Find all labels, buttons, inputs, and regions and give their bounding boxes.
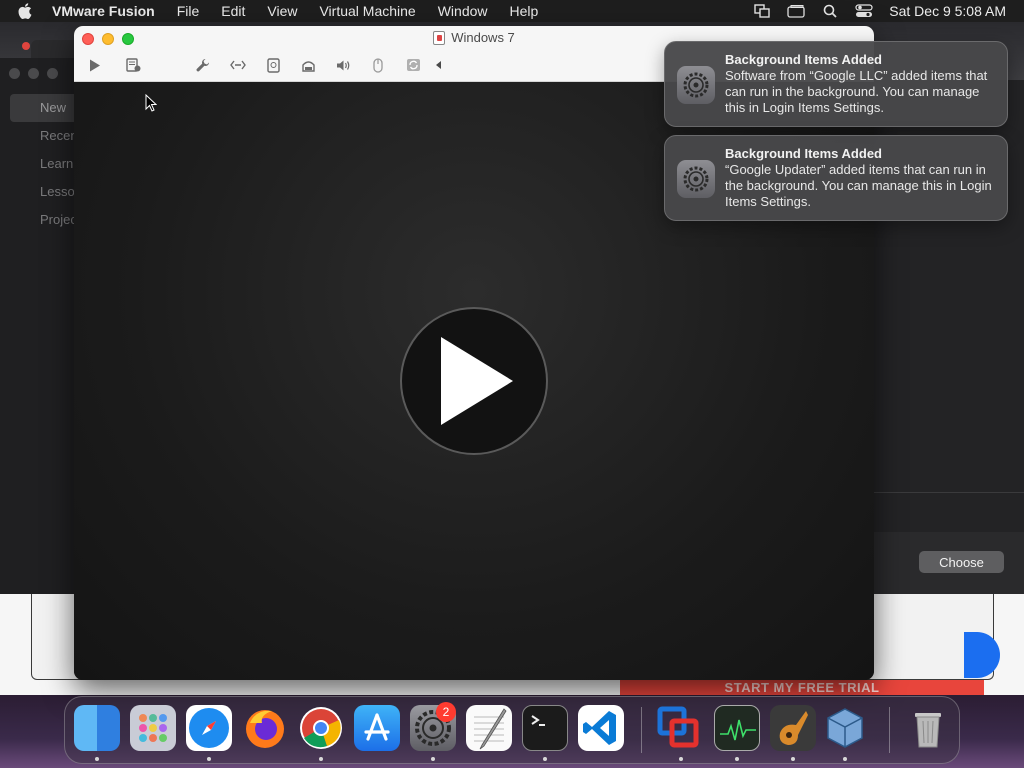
collapse-arrow-icon[interactable] bbox=[429, 54, 449, 76]
printer-icon[interactable] bbox=[298, 54, 318, 76]
firefox-icon[interactable] bbox=[242, 705, 288, 751]
running-indicator bbox=[543, 757, 547, 761]
menu-app-name[interactable]: VMware Fusion bbox=[52, 3, 155, 19]
power-on-play-button[interactable] bbox=[400, 307, 548, 455]
window-icon[interactable] bbox=[787, 4, 805, 18]
menu-help[interactable]: Help bbox=[510, 3, 539, 19]
google-chrome-icon[interactable] bbox=[298, 705, 344, 751]
library-window-controls bbox=[9, 68, 58, 79]
running-indicator bbox=[679, 757, 683, 761]
control-center-icon[interactable] bbox=[855, 4, 873, 18]
usb-icon[interactable] bbox=[368, 54, 388, 76]
screen-mirror-icon[interactable] bbox=[753, 4, 771, 18]
terminal-icon[interactable] bbox=[522, 705, 568, 751]
play-icon-large bbox=[441, 337, 513, 425]
choose-button[interactable]: Choose bbox=[919, 551, 1004, 573]
notification-title: Background Items Added bbox=[725, 146, 882, 161]
notification-background-items-2[interactable]: Background Items Added “Google Updater” … bbox=[664, 135, 1008, 221]
sidebar-item-learn[interactable]: Learn bbox=[10, 150, 80, 178]
library-zoom-button[interactable] bbox=[47, 68, 58, 79]
sidebar-item-new[interactable]: New bbox=[10, 94, 80, 122]
snapshot-icon[interactable] bbox=[123, 54, 143, 76]
library-sidebar: New Recen Learn Lesso Projec bbox=[10, 94, 80, 234]
notification-body: Software from “Google LLC” added items t… bbox=[725, 68, 988, 115]
hard-disk-icon[interactable] bbox=[263, 54, 283, 76]
running-indicator bbox=[95, 757, 99, 761]
visual-studio-code-icon[interactable] bbox=[578, 705, 624, 751]
panel-divider bbox=[874, 492, 1024, 493]
system-settings-gear-icon bbox=[677, 66, 715, 104]
background-close-dot bbox=[22, 42, 30, 50]
menu-virtual-machine[interactable]: Virtual Machine bbox=[319, 3, 415, 19]
play-icon[interactable] bbox=[85, 54, 105, 76]
menu-view[interactable]: View bbox=[267, 3, 297, 19]
settings-wrench-icon[interactable] bbox=[193, 54, 213, 76]
running-indicator bbox=[431, 757, 435, 761]
running-indicator bbox=[319, 757, 323, 761]
vm-document-icon bbox=[433, 30, 446, 45]
menu-file[interactable]: File bbox=[177, 3, 200, 19]
sidebar-item-projects[interactable]: Projec bbox=[10, 206, 80, 234]
sync-icon[interactable] bbox=[403, 54, 423, 76]
search-icon[interactable] bbox=[821, 4, 839, 18]
notification-background-items-1[interactable]: Background Items Added Software from “Go… bbox=[664, 41, 1008, 127]
running-indicator bbox=[207, 757, 211, 761]
running-indicator bbox=[791, 757, 795, 761]
app-store-icon[interactable] bbox=[354, 705, 400, 751]
system-settings-gear-icon bbox=[677, 160, 715, 198]
network-icon[interactable] bbox=[228, 54, 248, 76]
notification-body: “Google Updater” added items that can ru… bbox=[725, 162, 992, 209]
menu-bar: VMware Fusion File Edit View Virtual Mac… bbox=[0, 0, 1024, 22]
safari-icon[interactable] bbox=[186, 705, 232, 751]
activity-monitor-icon[interactable] bbox=[714, 705, 760, 751]
menu-clock[interactable]: Sat Dec 9 5:08 AM bbox=[889, 3, 1006, 19]
sidebar-item-lessons[interactable]: Lesso bbox=[10, 178, 80, 206]
menu-extras: Sat Dec 9 5:08 AM bbox=[737, 0, 1006, 22]
trash-icon[interactable] bbox=[905, 705, 951, 751]
launchpad-icon[interactable] bbox=[130, 705, 176, 751]
menu-edit[interactable]: Edit bbox=[221, 3, 245, 19]
running-indicator bbox=[735, 757, 739, 761]
dock-separator bbox=[889, 707, 890, 753]
vmware-fusion-icon[interactable] bbox=[656, 705, 702, 751]
library-close-button[interactable] bbox=[9, 68, 20, 79]
sound-icon[interactable] bbox=[333, 54, 353, 76]
mouse-cursor-icon bbox=[145, 94, 157, 112]
library-minimize-button[interactable] bbox=[28, 68, 39, 79]
free-trial-banner[interactable]: START MY FREE TRIAL bbox=[620, 680, 984, 695]
finder-icon[interactable] bbox=[74, 705, 120, 751]
sidebar-item-recent[interactable]: Recen bbox=[10, 122, 80, 150]
running-indicator bbox=[843, 757, 847, 761]
dock bbox=[64, 696, 960, 764]
system-settings-badge: 2 bbox=[436, 702, 456, 722]
textedit-icon[interactable] bbox=[466, 705, 512, 751]
virtualbox-icon[interactable] bbox=[822, 705, 868, 751]
garageband-icon[interactable] bbox=[770, 705, 816, 751]
apple-logo-icon[interactable] bbox=[18, 3, 32, 19]
window-title-text: Windows 7 bbox=[451, 30, 515, 45]
menu-window[interactable]: Window bbox=[438, 3, 488, 19]
dock-separator bbox=[641, 707, 642, 753]
notification-title: Background Items Added bbox=[725, 52, 882, 67]
